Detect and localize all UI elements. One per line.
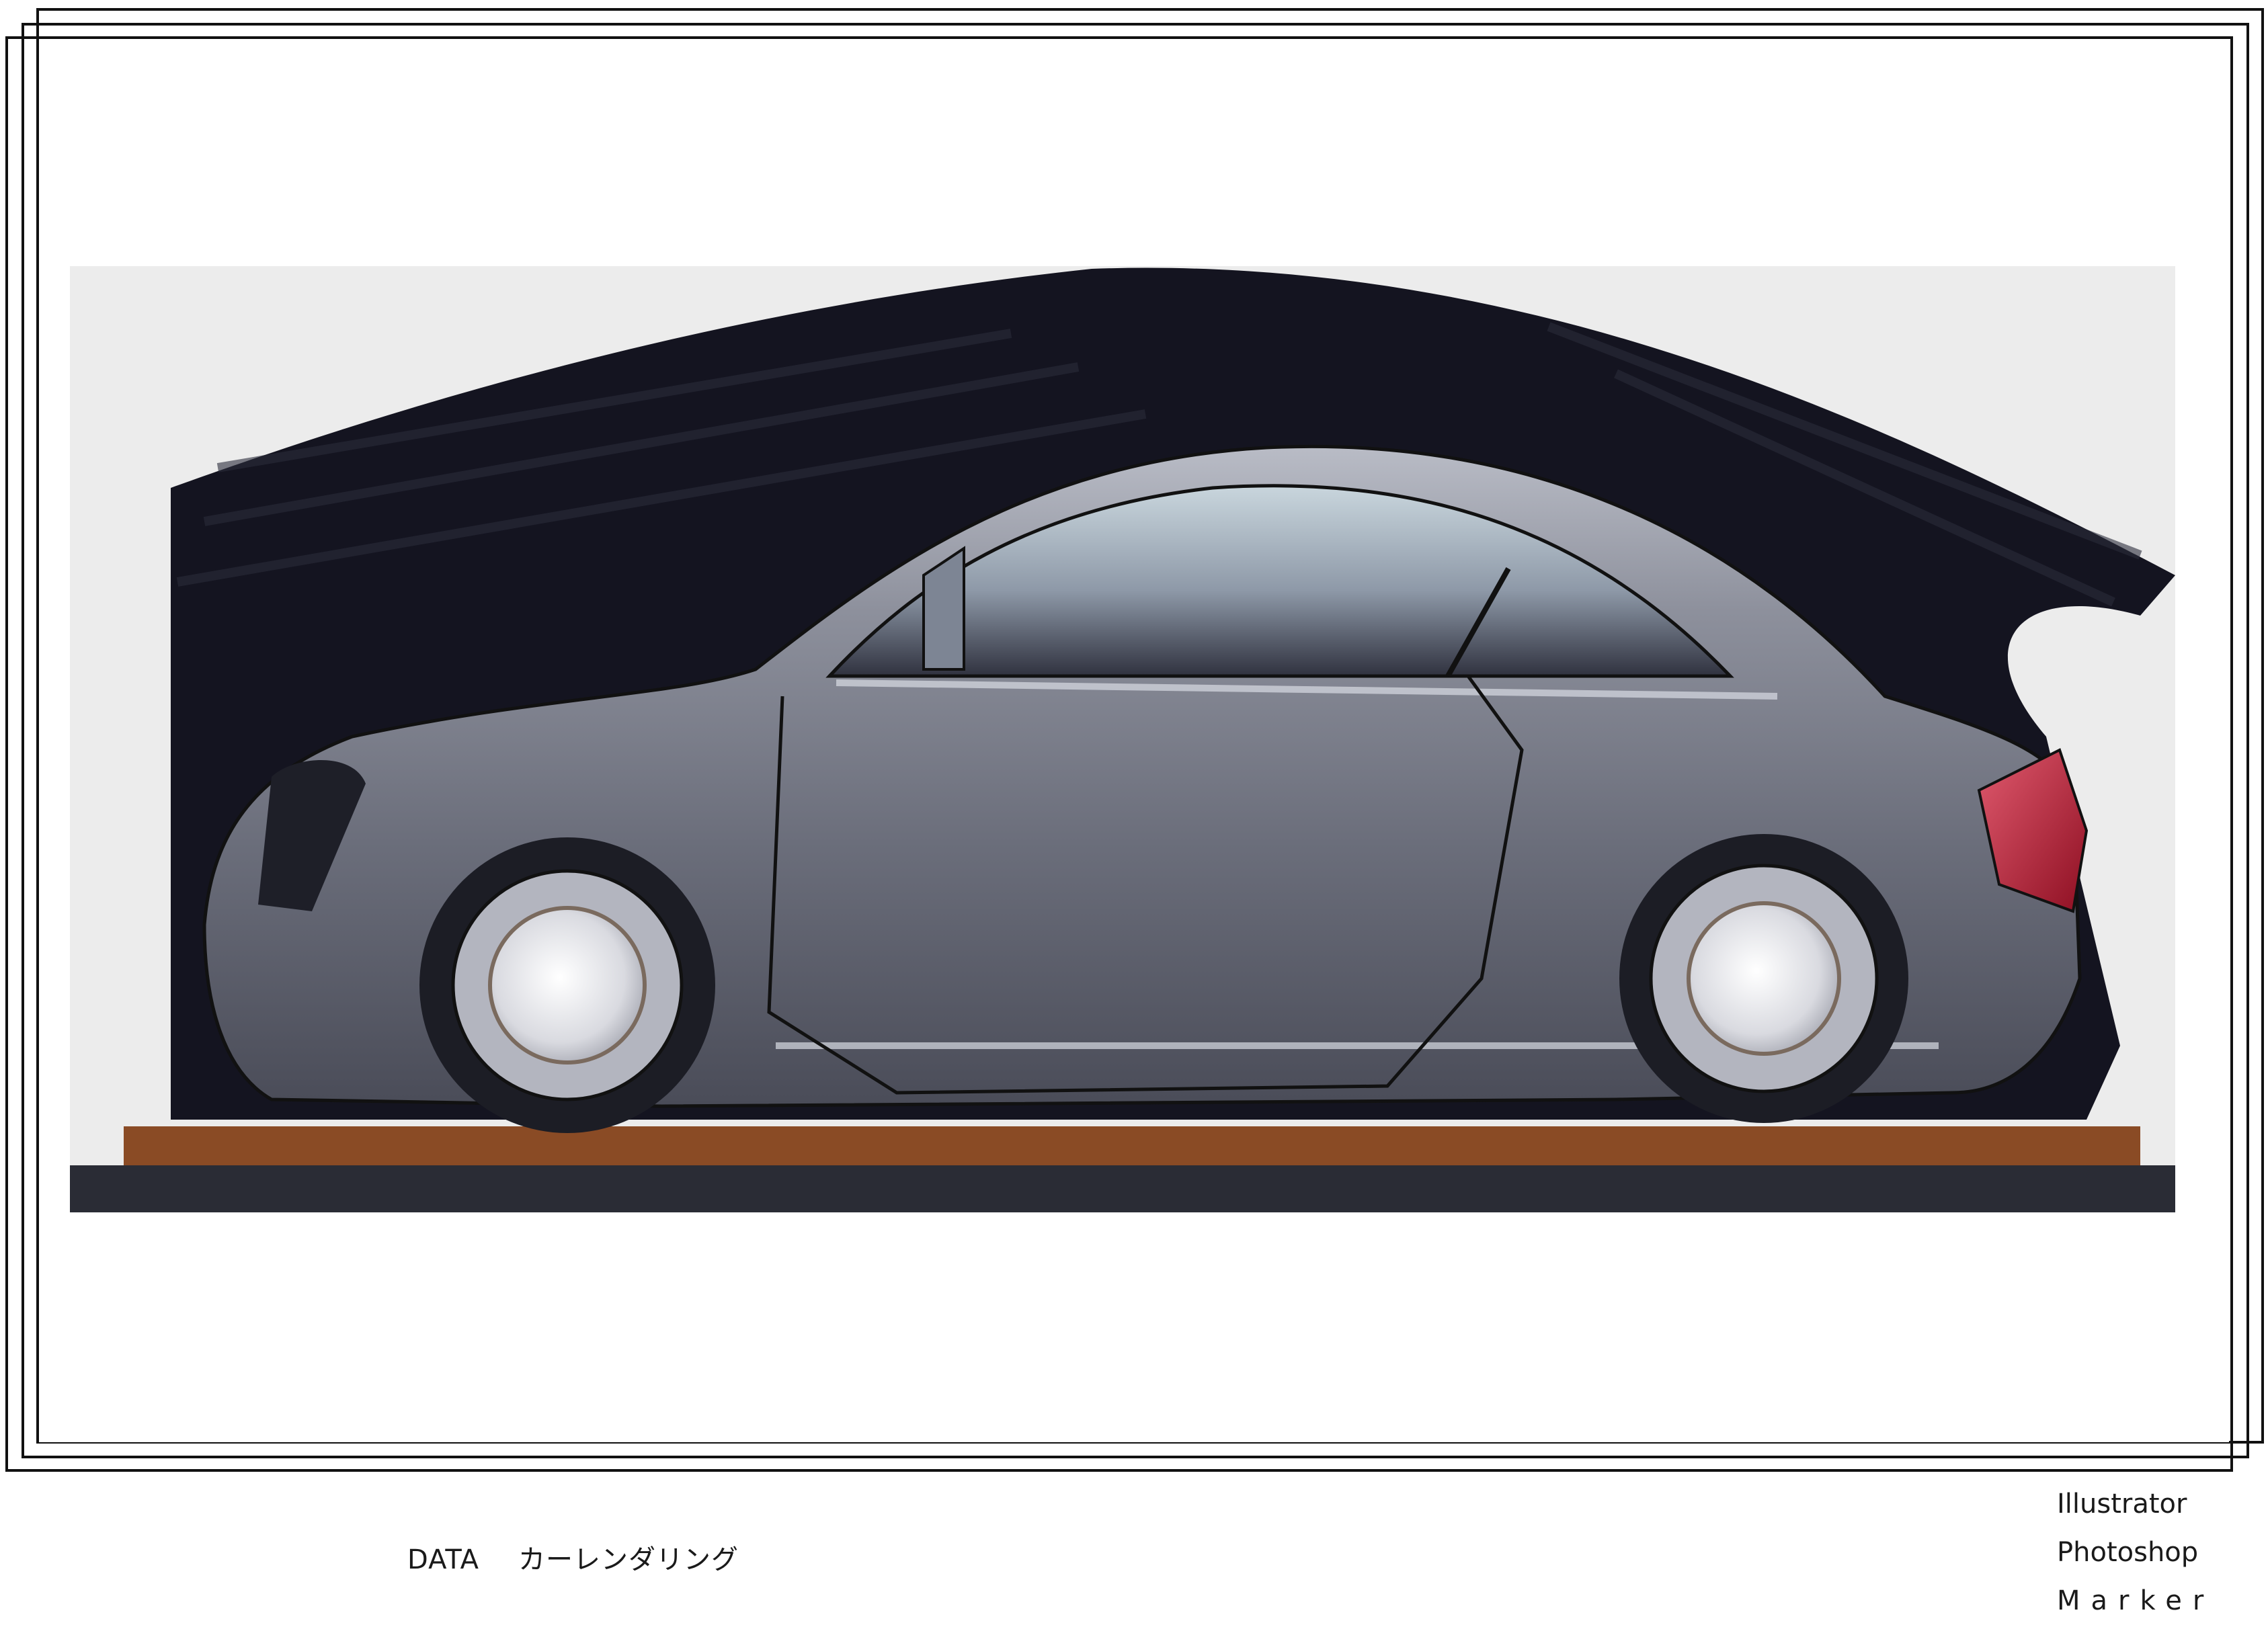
tool-marker: Marker (2057, 1585, 2215, 1616)
caption-title: カーレンダリング (518, 1544, 739, 1575)
tools-list: Illustrator Photoshop Marker (2057, 1480, 2214, 1625)
car-rendering-illustration (70, 266, 2175, 1212)
caption: DATA カーレンダリング (407, 1538, 739, 1577)
ground-strip (70, 1126, 2175, 1212)
rear-wheel (1619, 834, 1908, 1123)
tool-photoshop: Photoshop (2057, 1537, 2199, 1568)
tool-illustrator: Illustrator (2057, 1489, 2187, 1519)
caption-label: DATA (407, 1544, 480, 1575)
front-wheel (419, 837, 715, 1133)
